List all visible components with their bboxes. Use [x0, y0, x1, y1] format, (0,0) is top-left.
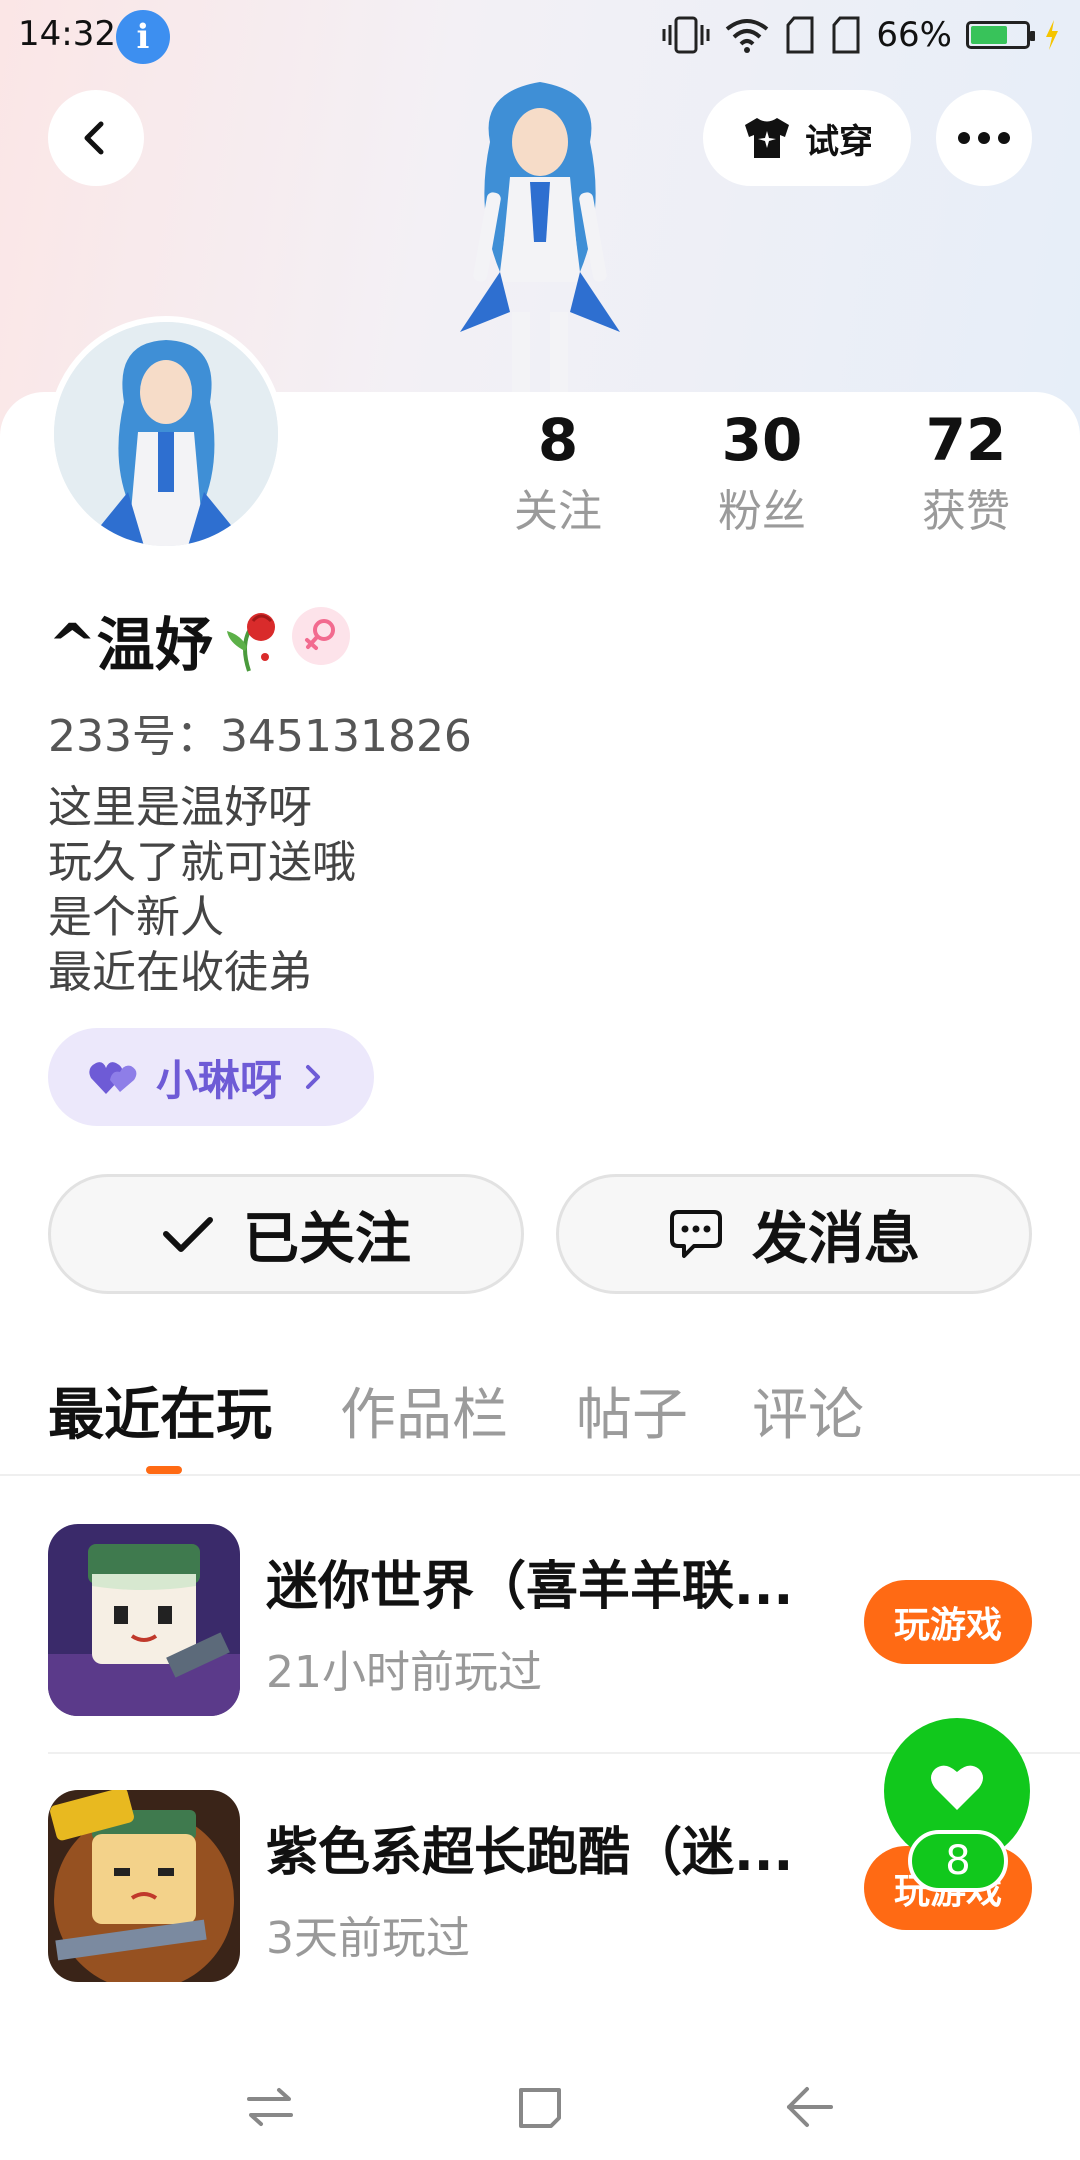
bio: 这里是温妤呀 玩久了就可送哦 是个新人 最近在收徒弟: [48, 780, 356, 1000]
bio-line: 是个新人: [48, 892, 224, 943]
gender-badge: [292, 607, 350, 665]
recents-button[interactable]: [235, 2072, 305, 2142]
try-on-button[interactable]: 试穿: [703, 90, 911, 186]
charging-icon: [1046, 20, 1058, 50]
avatar-image: [54, 322, 278, 546]
nickname: ^温妤: [48, 611, 213, 679]
stat-value: 8: [537, 406, 579, 474]
back-button[interactable]: [48, 90, 144, 186]
back-arrow-icon: [787, 2087, 833, 2127]
play-game-button[interactable]: 玩游戏: [864, 1580, 1032, 1664]
bio-line: 玩久了就可送哦: [48, 837, 356, 888]
nickname-row: ^温妤: [48, 598, 283, 682]
stat-followers[interactable]: 30 粉丝: [682, 402, 842, 542]
profile-tabs: 最近在玩 作品栏 帖子 评论: [0, 1370, 1080, 1474]
double-heart-icon: [89, 1062, 137, 1094]
wilted-rose-icon: [226, 613, 275, 672]
sim1-icon: [786, 16, 814, 54]
followed-button[interactable]: 已关注: [48, 1174, 524, 1294]
last-played-time: 3天前玩过: [266, 1913, 470, 1964]
try-on-label: 试穿: [805, 121, 873, 162]
shirt-icon: [745, 118, 789, 158]
game-icon: [48, 1790, 240, 1982]
female-icon: [305, 619, 335, 650]
stat-label: 关注: [514, 486, 602, 537]
chevron-right-icon: [306, 1065, 321, 1089]
stat-label: 粉丝: [718, 486, 806, 537]
tab-comments[interactable]: 评论: [752, 1370, 864, 1451]
tab-works[interactable]: 作品栏: [340, 1370, 508, 1451]
user-id[interactable]: 233号：345131826: [48, 700, 472, 764]
message-bubble-icon: [670, 1210, 722, 1258]
sim2-icon: [832, 16, 860, 54]
switch-arrows-icon: [247, 2088, 293, 2126]
status-icons: 66%: [662, 12, 1060, 58]
active-tab-indicator: [146, 1466, 182, 1474]
square-icon: [519, 2088, 561, 2128]
wifi-icon: [726, 19, 769, 53]
chevron-left-icon: [84, 121, 104, 155]
tab-posts[interactable]: 帖子: [576, 1370, 688, 1451]
back-nav-button[interactable]: [775, 2072, 845, 2142]
send-message-label: 发消息: [752, 1206, 920, 1272]
info-icon: i: [116, 10, 170, 64]
bio-line: 最近在收徒弟: [48, 947, 312, 998]
battery-percent: 66%: [876, 15, 952, 55]
bio-line: 这里是温妤呀: [48, 782, 312, 833]
stat-following[interactable]: 8 关注: [478, 402, 638, 542]
followed-label: 已关注: [243, 1206, 411, 1272]
stat-likes[interactable]: 72 获赞: [886, 402, 1046, 542]
list-item[interactable]: 迷你世界（喜羊羊联... 21小时前玩过 玩游戏: [48, 1524, 1048, 1720]
game-title: 迷你世界（喜羊羊联...: [266, 1557, 794, 1617]
tab-recently-played[interactable]: 最近在玩: [48, 1370, 272, 1451]
tabs-divider: [0, 1474, 1080, 1476]
stat-value: 30: [721, 406, 803, 474]
guild-pill[interactable]: 小琳呀: [48, 1028, 374, 1126]
stat-label: 获赞: [922, 486, 1010, 537]
battery-icon: [966, 21, 1035, 49]
check-icon: [163, 1217, 213, 1252]
character-model-image[interactable]: [420, 72, 660, 392]
game-icon: [48, 1524, 240, 1716]
status-time: 14:32: [18, 14, 116, 54]
battery-cap: [1030, 31, 1035, 41]
status-bar: 14:32 i 66%: [0, 0, 1080, 70]
last-played-time: 21小时前玩过: [266, 1647, 542, 1698]
system-nav-bar: [0, 2050, 1080, 2160]
heart-icon: [931, 1765, 983, 1810]
game-title: 紫色系超长跑酷（迷...: [266, 1823, 794, 1883]
vibrate-icon: [662, 16, 710, 54]
more-dots-icon: [958, 132, 1010, 144]
guild-name: 小琳呀: [156, 1055, 283, 1105]
send-message-button[interactable]: 发消息: [556, 1174, 1032, 1294]
battery-level-fill: [971, 26, 1007, 44]
like-count: 8: [908, 1830, 1008, 1892]
more-button[interactable]: [936, 90, 1032, 186]
stat-value: 72: [925, 406, 1007, 474]
avatar[interactable]: [48, 316, 284, 552]
home-button[interactable]: [505, 2072, 575, 2142]
